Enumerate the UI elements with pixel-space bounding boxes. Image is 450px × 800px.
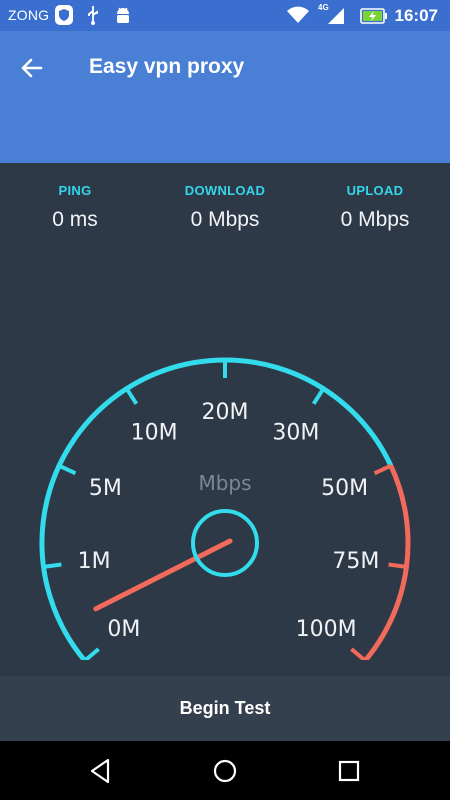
gauge-tick-label: 75M (332, 549, 379, 574)
ping-value: 0 ms (52, 208, 98, 231)
shield-icon (54, 4, 74, 31)
gauge-tick (43, 562, 62, 569)
speed-gauge: 0M 1M 5M 10M 20M 30M 50M 75M 100M Mbps (39, 357, 411, 660)
gauge-unit-label: Mbps (198, 471, 251, 495)
gauge-tick-label: 20M (202, 400, 249, 425)
upload-label: UPLOAD (346, 183, 404, 198)
nav-recents-button[interactable] (333, 755, 365, 787)
home-circle-icon (213, 759, 237, 783)
app-title: Easy vpn proxy (89, 55, 245, 78)
carrier-label: ZONG (8, 7, 50, 23)
gauge-tick (83, 647, 100, 660)
gauge-needle (93, 538, 233, 612)
begin-test-button[interactable]: Begin Test (0, 676, 450, 741)
stats-row: PING 0 ms DOWNLOAD 0 Mbps UPLOAD 0 Mbps (0, 183, 450, 243)
gauge-tick (311, 387, 326, 405)
gauge-tick-label: 5M (89, 476, 122, 501)
gauge-tick (124, 387, 139, 405)
nav-home-button[interactable] (209, 755, 241, 787)
battery-charging-icon (360, 8, 388, 29)
gauge-tick-label: 50M (321, 476, 368, 501)
upload-stat: UPLOAD 0 Mbps (300, 183, 450, 232)
gauge-tick (388, 562, 407, 569)
upload-value: 0 Mbps (340, 208, 410, 231)
android-icon (114, 4, 132, 31)
gauge-tick-label: 100M (296, 617, 357, 642)
arrow-left-icon (21, 58, 43, 78)
gauge-tick (58, 463, 77, 476)
gauge-tick (373, 463, 392, 476)
nav-back-button[interactable] (85, 755, 117, 787)
clock: 16:07 (394, 6, 438, 25)
gauge-tick (350, 647, 367, 660)
wifi-icon (286, 4, 310, 31)
download-stat: DOWNLOAD 0 Mbps (150, 183, 300, 232)
gauge-tick-label: 10M (131, 421, 178, 446)
back-triangle-icon (90, 758, 110, 784)
app-bar: Easy vpn proxy (0, 31, 450, 163)
recents-square-icon (338, 760, 360, 782)
back-button[interactable] (14, 53, 50, 83)
ping-label: PING (58, 183, 92, 198)
ping-stat: PING 0 ms (0, 183, 150, 232)
usb-icon (86, 4, 100, 31)
gauge-tick-label: 0M (107, 617, 140, 642)
navigation-bar (0, 741, 450, 800)
download-value: 0 Mbps (190, 208, 260, 231)
download-label: DOWNLOAD (184, 183, 266, 198)
gauge-tick-label: 30M (272, 421, 319, 446)
network-type-label: 4G (318, 3, 329, 12)
status-bar: ZONG 4G 16:07 (0, 0, 450, 31)
gauge-tick-label: 1M (78, 549, 111, 574)
signal-icon: 4G (318, 3, 346, 27)
